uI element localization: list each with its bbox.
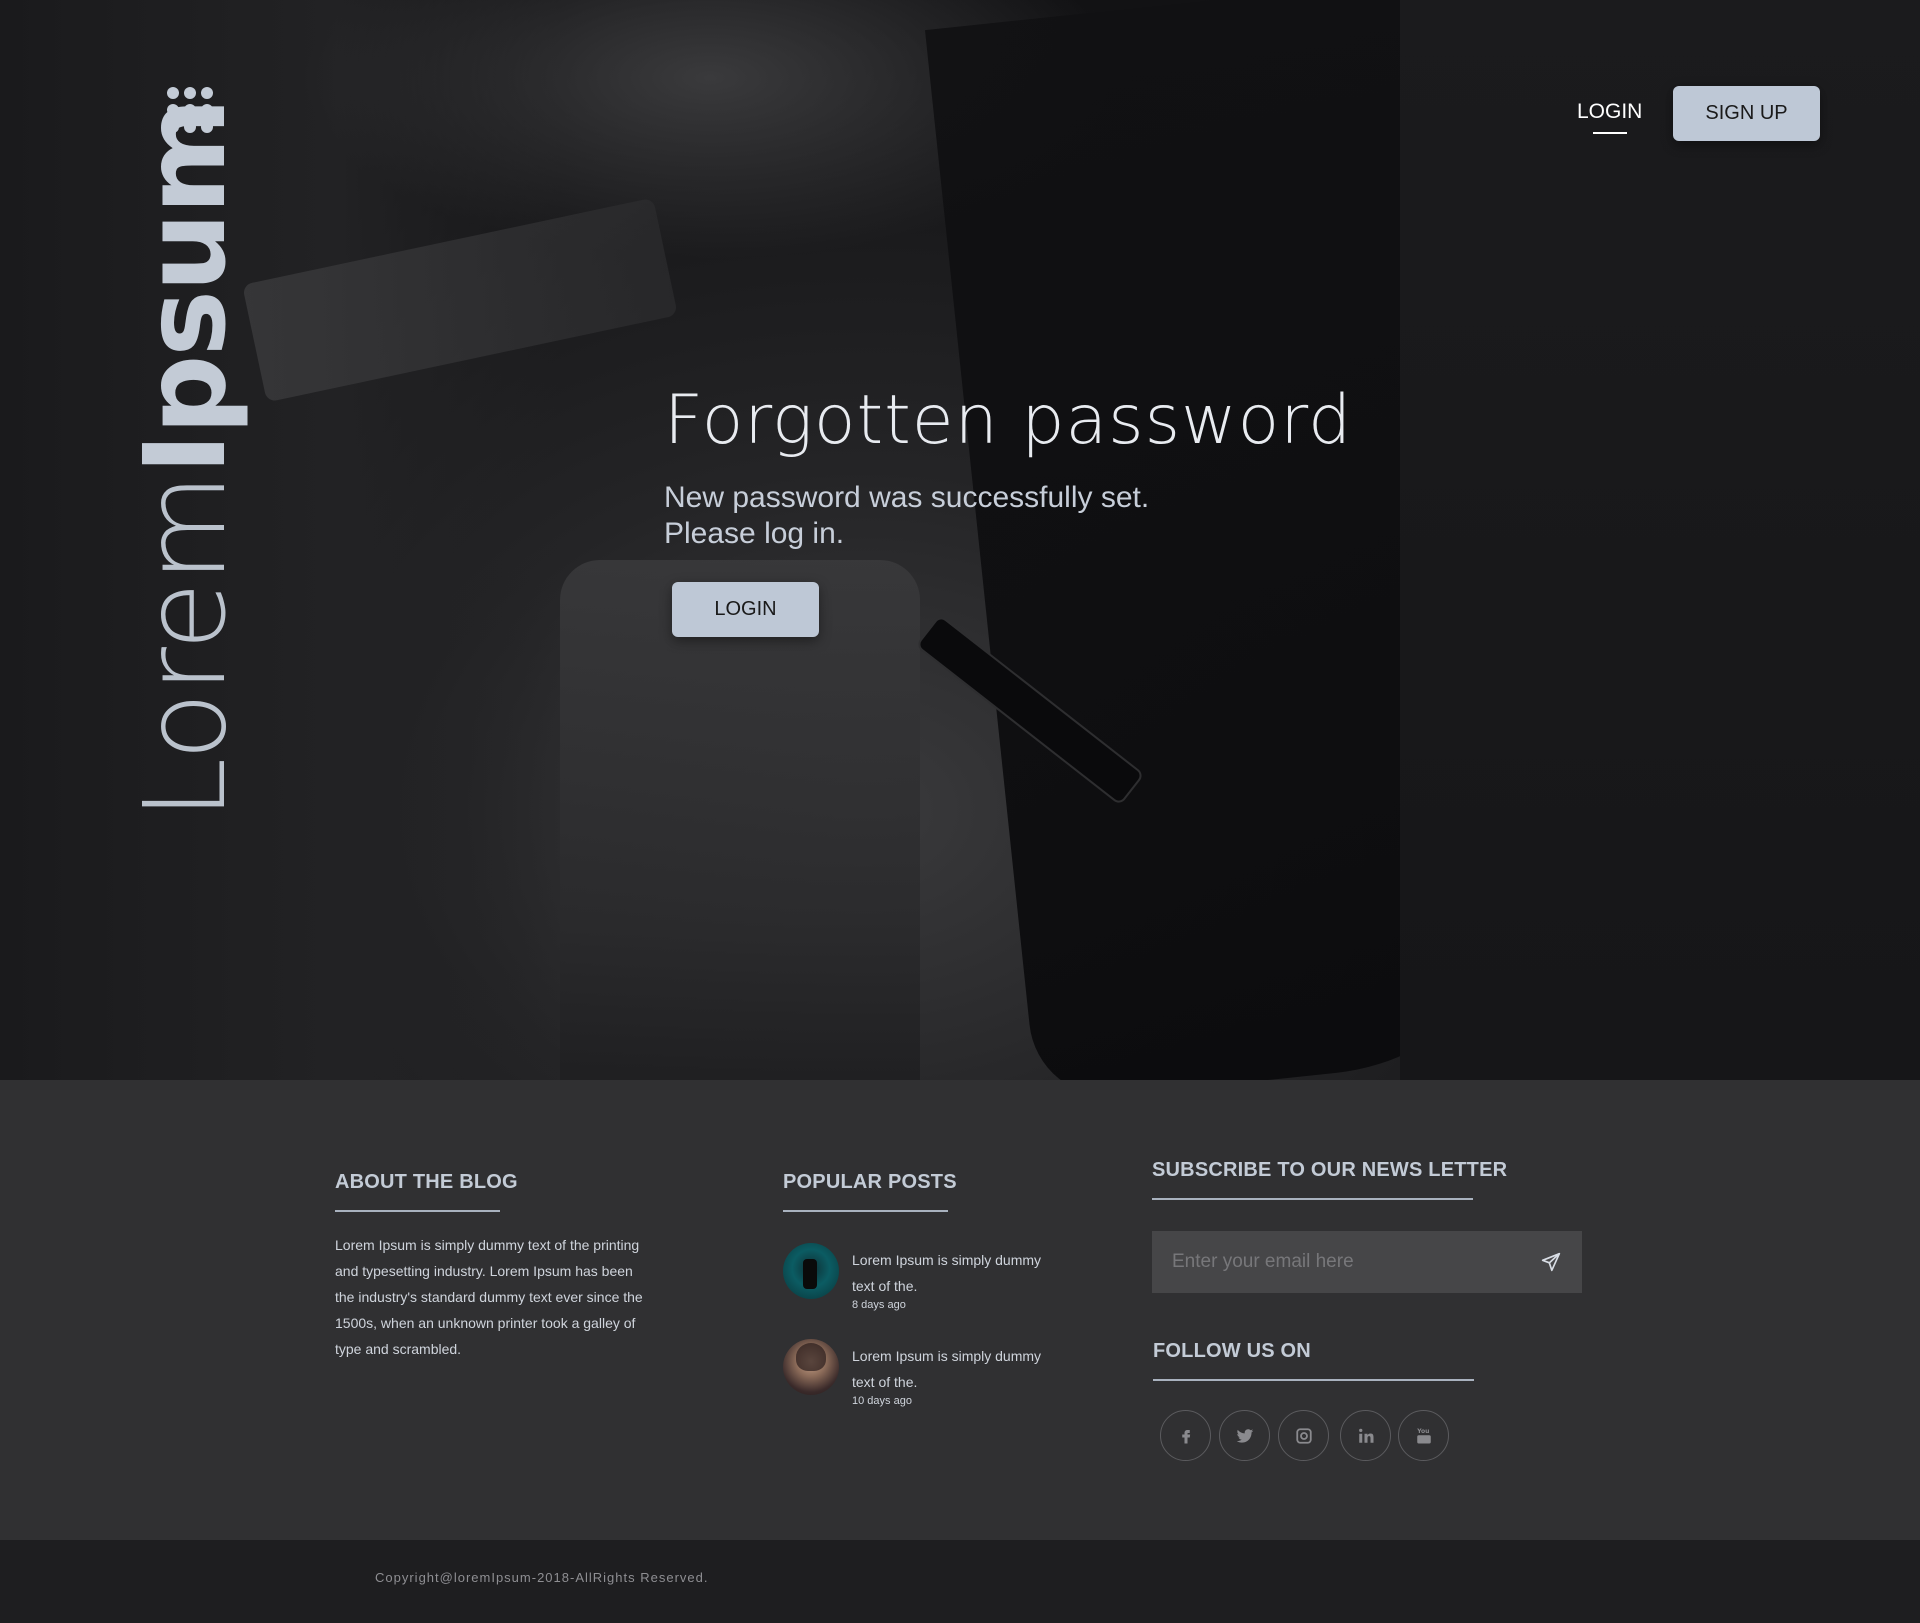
nav-login-label: LOGIN <box>1577 100 1643 123</box>
post-title[interactable]: Lorem Ipsum is simply dummy text of the. <box>852 1247 1062 1299</box>
post-title[interactable]: Lorem Ipsum is simply dummy text of the. <box>852 1343 1062 1395</box>
page-title: Forgotten password <box>664 381 1353 460</box>
youtube-icon[interactable]: You <box>1398 1410 1449 1461</box>
email-input[interactable] <box>1152 1231 1520 1293</box>
hero-section: LoremIpsum LOGIN SIGN UP Forgotten passw… <box>0 0 1920 1080</box>
copyright-text: Copyright@loremIpsum-2018-AllRights Rese… <box>375 1570 709 1585</box>
instagram-icon[interactable] <box>1278 1410 1329 1461</box>
follow-heading: FOLLOW US ON <box>1153 1340 1311 1362</box>
nav-login-underline <box>1592 132 1627 134</box>
svg-text:You: You <box>1416 1428 1429 1435</box>
about-heading: ABOUT THE BLOG <box>335 1171 518 1193</box>
post-date: 10 days ago <box>852 1395 912 1407</box>
linkedin-icon[interactable] <box>1340 1410 1391 1461</box>
popular-posts-underline <box>783 1210 948 1212</box>
copyright-bar <box>0 1540 1920 1623</box>
follow-heading-underline <box>1153 1379 1474 1381</box>
post-thumbnail[interactable] <box>783 1243 839 1299</box>
popular-post-item[interactable]: Lorem Ipsum is simply dummy text of the.… <box>783 1243 1073 1313</box>
popular-post-item[interactable]: Lorem Ipsum is simply dummy text of the.… <box>783 1339 1073 1409</box>
subscribe-heading-underline <box>1152 1198 1473 1200</box>
success-message: New password was successfully set. Pleas… <box>664 480 1364 552</box>
about-heading-underline <box>335 1210 500 1212</box>
about-text: Lorem Ipsum is simply dummy text of the … <box>335 1237 643 1357</box>
login-button[interactable]: LOGIN <box>672 582 819 637</box>
success-message-line1: New password was successfully set. <box>664 480 1150 514</box>
twitter-icon[interactable] <box>1219 1410 1270 1461</box>
newsletter-form <box>1152 1231 1582 1293</box>
popular-posts-heading: POPULAR POSTS <box>783 1171 957 1193</box>
nav-login-link[interactable]: LOGIN <box>1577 100 1642 134</box>
reset-message-panel: Forgotten password New password was succ… <box>664 380 1364 552</box>
brand-bold-text: Ipsum <box>121 99 251 475</box>
subscribe-heading: SUBSCRIBE TO OUR NEWS LETTER <box>1152 1159 1508 1181</box>
post-date: 8 days ago <box>852 1299 906 1311</box>
brand-light-text: Lorem <box>121 474 251 820</box>
brand-logo: LoremIpsum <box>121 100 251 821</box>
success-message-line2: Please log in. <box>664 516 845 550</box>
facebook-icon[interactable] <box>1160 1410 1211 1461</box>
post-thumbnail[interactable] <box>783 1339 839 1395</box>
signup-button[interactable]: SIGN UP <box>1673 86 1820 141</box>
send-icon[interactable] <box>1520 1231 1582 1293</box>
